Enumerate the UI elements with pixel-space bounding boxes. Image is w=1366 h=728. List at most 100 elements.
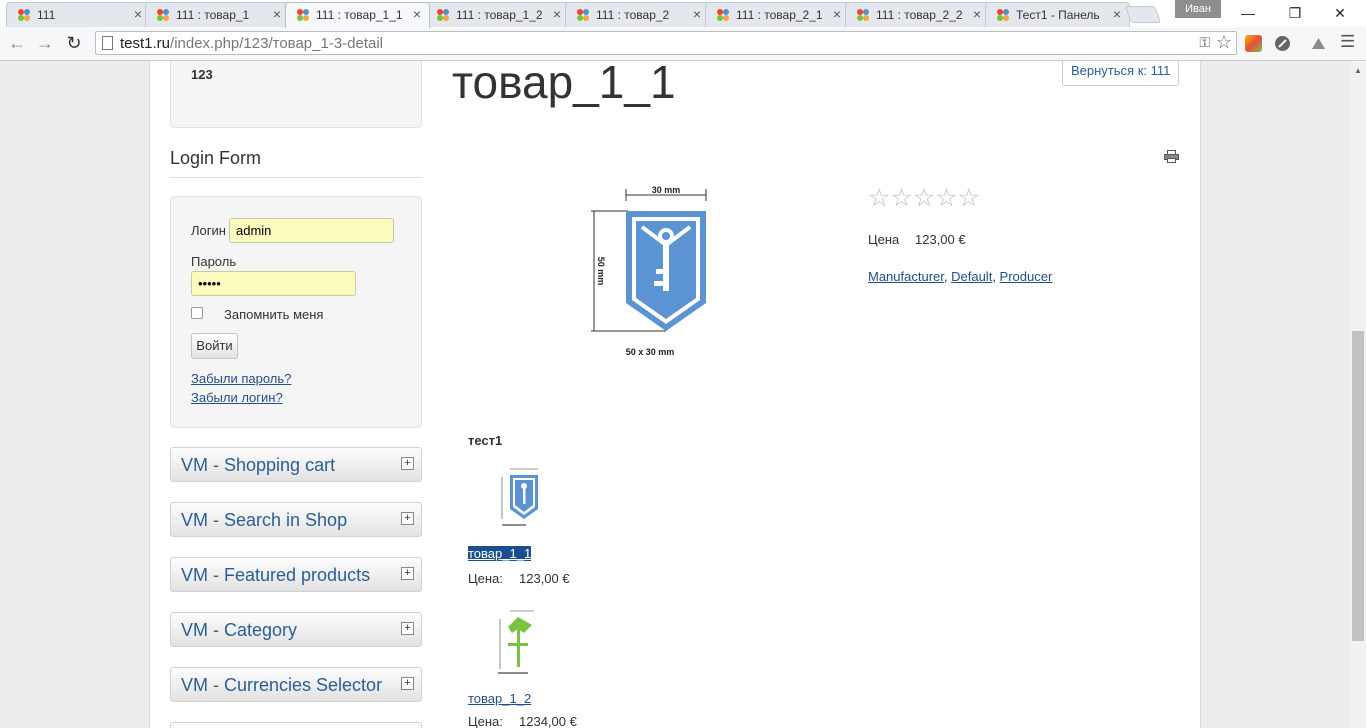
window-close-icon[interactable]: ✕ [1326,3,1354,23]
tab-title: 111 [37,8,56,22]
username-label: Логин [191,223,226,238]
new-tab-button[interactable] [1124,6,1162,23]
tab-title: 111 : товар_2_2 [876,8,963,22]
module-currencies-selector[interactable]: VM - Currencies Selector + [170,667,422,702]
tab-close-icon[interactable]: × [134,6,142,22]
related-price-value: 1234,00 € [519,714,577,728]
tab-title: 111 : товар_2_1 [736,8,823,22]
scroll-up-arrow-icon[interactable]: ▲ [1354,66,1362,75]
browser-tab[interactable]: 111 : товар_2_1 × [705,2,850,27]
extension-compass-icon[interactable] [1274,35,1291,52]
browser-tab[interactable]: 111 : товар_2_2 × [845,2,990,27]
tab-close-icon[interactable]: × [693,6,701,22]
forgot-password-link[interactable]: Забыли пароль? [191,371,291,386]
module-title: VM - Featured products [181,565,371,585]
image-size-label: 50 x 30 mm [626,347,675,357]
minimize-icon[interactable]: — [1234,3,1262,23]
browser-menu-icon[interactable]: ☰ [1340,32,1355,52]
expand-plus-icon[interactable]: + [401,512,414,525]
page-viewport: 123 Login Form Логин Пароль Запомнить ме… [0,61,1350,728]
back-arrow-icon[interactable]: ← [5,31,29,55]
expand-plus-icon[interactable]: + [401,457,414,470]
module-next[interactable] [170,722,422,728]
tab-title: Тест1 - Панель [1016,8,1100,22]
browser-tab-active[interactable]: 111 : товар_1_1 × [285,2,430,28]
print-icon[interactable] [1164,150,1179,163]
manufacturer-link[interactable]: Manufacturer [868,269,944,284]
related-price-value: 123,00 € [519,571,570,586]
browser-tab[interactable]: 111 : товар_2 × [565,2,710,27]
related-price-label: Цена: [468,571,503,586]
username-input[interactable] [229,218,394,243]
module-featured-products[interactable]: VM - Featured products + [170,557,422,592]
page-scrollbar[interactable]: ▲ [1350,61,1366,728]
scrollbar-thumb[interactable] [1352,331,1364,641]
sidebar-top-text: 123 [191,67,213,82]
module-shopping-cart[interactable]: VM - Shopping cart + [170,447,422,482]
login-button[interactable]: Войти [191,333,238,359]
page-container: 123 Login Form Логин Пароль Запомнить ме… [149,61,1201,728]
module-title: VM - Shopping cart [181,455,336,475]
product-title: товар_1_1 [452,61,676,108]
forward-arrow-icon[interactable]: → [33,31,57,55]
bookmark-star-icon[interactable]: ☆ [1216,32,1232,53]
extension-k-icon[interactable] [1245,35,1262,52]
related-product-thumbnail[interactable] [488,603,550,683]
password-input[interactable] [191,271,356,296]
sidebar-top-module: 123 [170,61,422,128]
url-text[interactable]: test1.ru/index.php/123/товар_1-3-detail [120,35,383,52]
tab-close-icon[interactable]: × [973,6,981,22]
browser-toolbar: ← → ↻ test1.ru/index.php/123/товар_1-3-d… [0,27,1366,61]
page-icon [102,36,113,50]
login-form-heading: Login Form [170,148,262,168]
related-product-thumbnail[interactable] [488,459,550,539]
price-value: 123,00 € [915,232,966,247]
module-title: VM - Category [181,620,298,640]
image-width-label: 30 mm [652,185,681,195]
back-to-category-button[interactable]: Вернуться к: 111 [1062,61,1180,86]
rating-stars: ☆☆☆☆☆ [868,184,981,212]
tab-close-icon[interactable]: × [1113,6,1121,22]
browser-tab[interactable]: 111 : товар_1_2 × [425,2,570,27]
forgot-login-link[interactable]: Забыли логин? [191,390,283,405]
expand-plus-icon[interactable]: + [401,567,414,580]
tab-close-icon[interactable]: × [553,6,561,22]
tab-close-icon[interactable]: × [413,6,421,22]
manufacturer-links: Manufacturer, Default, Producer [868,269,1053,284]
product-image[interactable]: 30 mm 50 mm 50 x 30 mm [588,181,713,361]
login-form: Логин Пароль Запомнить меня Войти Забыли… [170,196,422,428]
password-label: Пароль [191,254,237,269]
manufacturer-link[interactable]: Default [951,269,992,284]
browser-tab[interactable]: 111 : товар_1 × [145,2,290,27]
reload-icon[interactable]: ↻ [62,31,86,55]
remember-me-label: Запомнить меня [224,307,324,322]
browser-tab[interactable]: Тест1 - Панель × [985,2,1130,27]
extension-drive-icon[interactable] [1310,35,1327,52]
tab-title: 111 : товар_2 [596,8,670,22]
related-product-link[interactable]: товар_1_1 [468,546,532,561]
remember-me-checkbox[interactable] [191,307,203,319]
price-label: Цена [868,232,900,247]
manufacturer-link[interactable]: Producer [1000,269,1053,284]
expand-plus-icon[interactable]: + [401,622,414,635]
tab-title: 111 : товар_1_1 [316,8,403,22]
module-category[interactable]: VM - Category + [170,612,422,647]
joomla-favicon-icon [997,9,1009,21]
module-search-in-shop[interactable]: VM - Search in Shop + [170,502,422,537]
image-height-label: 50 mm [596,257,606,286]
tab-close-icon[interactable]: × [273,6,281,22]
tab-close-icon[interactable]: × [833,6,841,22]
key-icon[interactable]: ⚿ [1199,34,1210,51]
expand-plus-icon[interactable]: + [401,677,414,690]
browser-tab[interactable]: 111 × [6,2,151,27]
joomla-favicon-icon [577,9,589,21]
joomla-favicon-icon [717,9,729,21]
tab-bar: 111 × 111 : товар_1 × 111 : товар_1_1 × … [0,0,1366,28]
related-price-label: Цена: [468,714,503,728]
restore-icon[interactable]: ❐ [1281,3,1309,23]
joomla-favicon-icon [857,9,869,21]
joomla-favicon-icon [297,9,309,21]
related-product-link[interactable]: товар_1_2 [468,691,531,706]
profile-user-badge[interactable]: Иван [1175,0,1221,18]
address-bar[interactable]: test1.ru/index.php/123/товар_1-3-detail … [95,31,1237,55]
